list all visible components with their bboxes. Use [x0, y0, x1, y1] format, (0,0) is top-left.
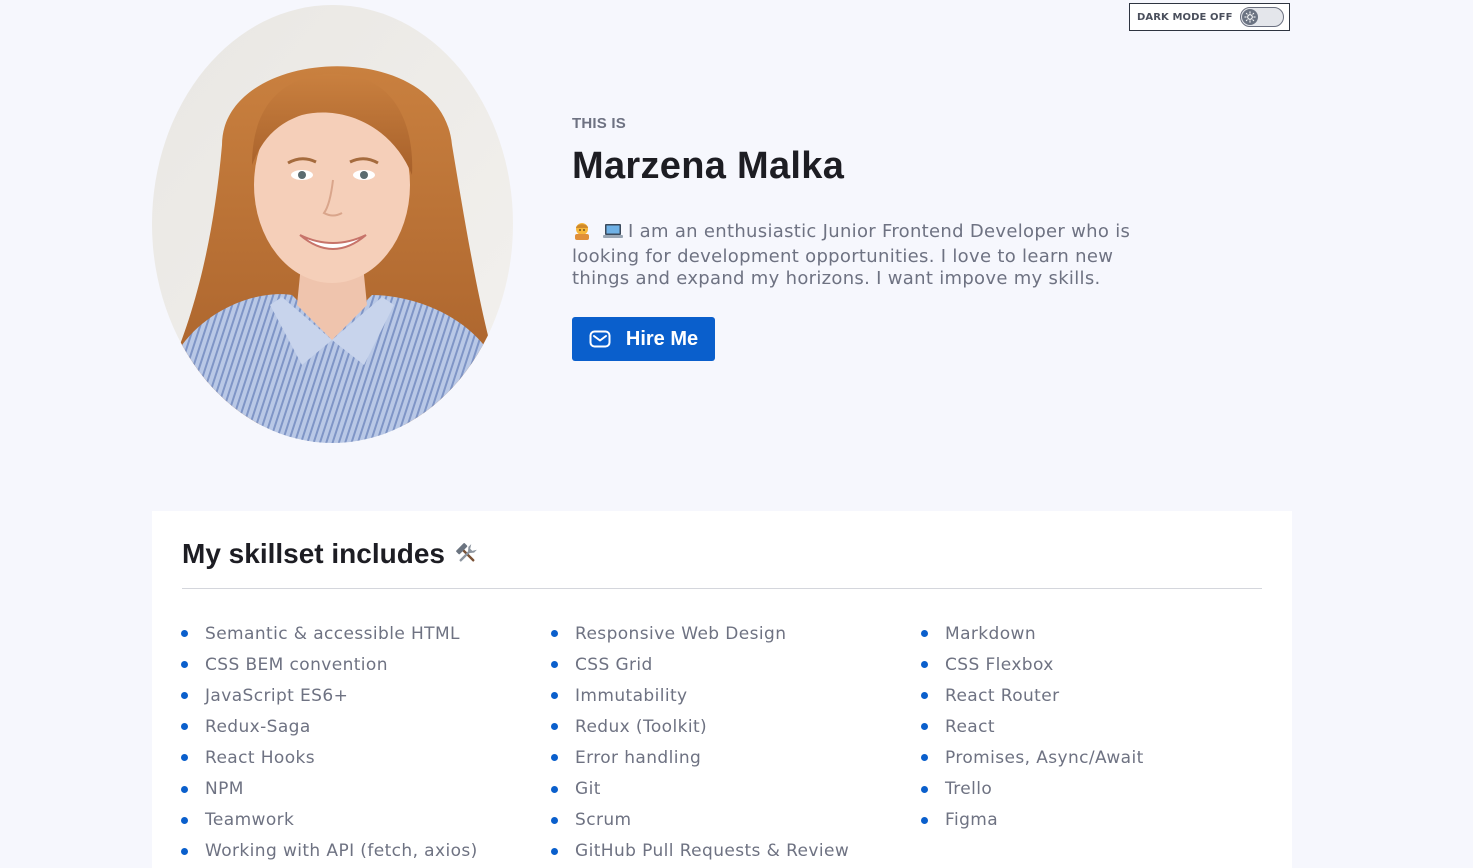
bullet-icon [551, 661, 558, 669]
bullet-icon [181, 754, 188, 762]
bullet-icon [921, 723, 928, 731]
skillset-divider [182, 588, 1262, 589]
skill-label: GitHub Pull Requests & Review [575, 841, 850, 862]
skill-label: Promises, Async/Await [945, 747, 1144, 768]
skill-label: Scrum [575, 810, 632, 831]
bullet-icon [181, 723, 188, 731]
portfolio-page: DARK MODE OFF THIS IS Marzena Malka I am… [0, 0, 1473, 868]
skill-item: Responsive Web Design [551, 618, 921, 649]
skillset-title-text: My skillset includes [182, 538, 445, 569]
bullet-icon [181, 816, 188, 824]
skill-label: Responsive Web Design [575, 623, 787, 644]
skill-item: React Router [921, 680, 1271, 711]
bullet-icon [551, 816, 558, 824]
woman-technologist-icon [572, 222, 592, 246]
bullet-icon [551, 785, 558, 793]
skill-item: Semantic & accessible HTML [181, 618, 551, 649]
skill-item: Trello [921, 773, 1271, 804]
bullet-icon [551, 692, 558, 700]
skill-label: Immutability [575, 685, 688, 706]
skillset-section: My skillset includes Semantic & accessib… [152, 511, 1292, 868]
dark-mode-label: DARK MODE OFF [1137, 11, 1233, 23]
skill-item: Figma [921, 805, 1271, 836]
hire-me-button[interactable]: Hire Me [572, 317, 715, 361]
skill-item: Markdown [921, 618, 1271, 649]
skill-list: Semantic & accessible HTML CSS BEM conven… [181, 618, 1271, 867]
skill-label: React [945, 716, 995, 737]
toggle-track[interactable] [1240, 7, 1284, 27]
mail-icon [589, 330, 611, 348]
hero-name: Marzena Malka [572, 145, 845, 187]
skill-label: Trello [945, 779, 993, 800]
skill-item: Git [551, 773, 921, 804]
skill-item: Scrum [551, 805, 921, 836]
bullet-icon [551, 723, 558, 731]
laptop-icon [602, 222, 624, 246]
skill-label: React Router [945, 685, 1060, 706]
bullet-icon [921, 816, 928, 824]
skill-label: Teamwork [205, 810, 295, 831]
skill-item: CSS Grid [551, 649, 921, 680]
skill-item: Error handling [551, 742, 921, 773]
bullet-icon [181, 847, 188, 855]
skill-label: React Hooks [205, 747, 316, 768]
bullet-icon [921, 692, 928, 700]
skill-label: Figma [945, 810, 999, 831]
skill-item: Working with API (fetch, axios) [181, 836, 551, 867]
hero-eyebrow: THIS IS [572, 115, 626, 132]
skill-item: CSS BEM convention [181, 649, 551, 680]
bullet-icon [921, 754, 928, 762]
skill-label: CSS Flexbox [945, 654, 1054, 675]
skill-item: Redux-Saga [181, 711, 551, 742]
hero-intro-text: I am an enthusiastic Junior Frontend Dev… [572, 221, 1131, 289]
skill-label: Error handling [575, 747, 702, 768]
skill-label: NPM [205, 779, 244, 800]
bullet-icon [921, 661, 928, 669]
sun-icon [1242, 9, 1258, 25]
skill-item: JavaScript ES6+ [181, 680, 551, 711]
skill-label: CSS Grid [575, 654, 653, 675]
bullet-icon [181, 785, 188, 793]
skill-label: Git [575, 779, 601, 800]
skill-label: JavaScript ES6+ [205, 685, 349, 706]
skill-item: Immutability [551, 680, 921, 711]
bullet-icon [921, 630, 928, 638]
hero-intro: I am an enthusiastic Junior Frontend Dev… [572, 221, 1172, 290]
bullet-icon [921, 785, 928, 793]
skill-label: Working with API (fetch, axios) [205, 841, 478, 862]
skill-item: NPM [181, 773, 551, 804]
profile-photo [152, 5, 513, 443]
bullet-icon [551, 847, 558, 855]
dark-mode-toggle[interactable]: DARK MODE OFF [1129, 3, 1290, 31]
hammer-and-wrench-icon [455, 542, 479, 566]
skill-item: React Hooks [181, 742, 551, 773]
skill-label: CSS BEM convention [205, 654, 388, 675]
bullet-icon [181, 692, 188, 700]
skill-label: Markdown [945, 623, 1036, 644]
skill-item: Promises, Async/Await [921, 742, 1271, 773]
skill-item: GitHub Pull Requests & Review [551, 836, 921, 867]
skillset-title: My skillset includes [182, 538, 479, 570]
skill-item: React [921, 711, 1271, 742]
skill-item: Teamwork [181, 805, 551, 836]
skill-label: Redux-Saga [205, 716, 311, 737]
bullet-icon [181, 630, 188, 638]
bullet-icon [551, 630, 558, 638]
skill-label: Redux (Toolkit) [575, 716, 708, 737]
skill-item: CSS Flexbox [921, 649, 1271, 680]
bullet-icon [181, 661, 188, 669]
skill-item: Redux (Toolkit) [551, 711, 921, 742]
hire-me-label: Hire Me [625, 327, 699, 350]
bullet-icon [551, 754, 558, 762]
skill-label: Semantic & accessible HTML [205, 623, 460, 644]
